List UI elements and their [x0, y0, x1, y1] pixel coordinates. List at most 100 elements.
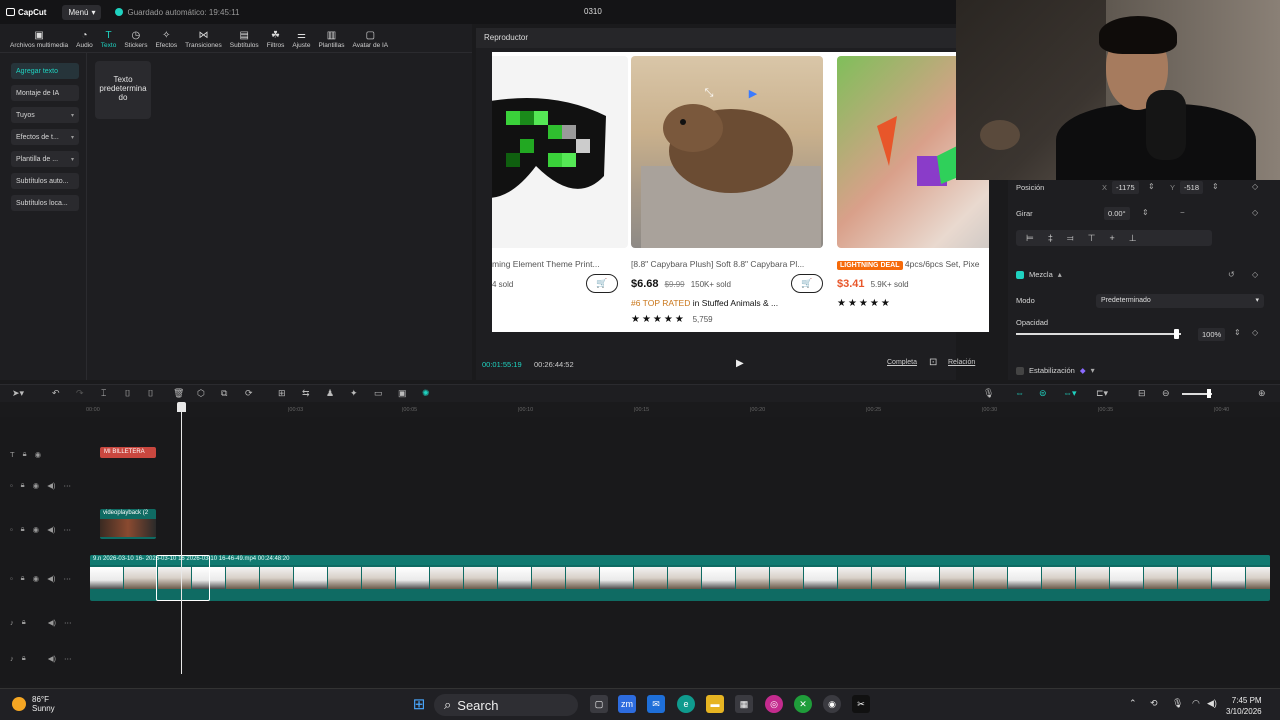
tab-media[interactable]: ▣ Archivos multimedia	[6, 30, 72, 52]
freeze-icon[interactable]: ⊞	[278, 388, 286, 399]
menu-button[interactable]: Menú ▾	[62, 4, 102, 20]
caption-icon[interactable]: ▭	[374, 388, 383, 399]
tab-filters[interactable]: ☘ Filtros	[263, 30, 289, 52]
aspect-ratio-button[interactable]: Relación	[948, 359, 975, 366]
sidebar-item-yours[interactable]: Tuyos ▾	[11, 107, 79, 123]
select-tool-icon[interactable]: ➤▾	[12, 388, 24, 399]
add-to-cart-icon[interactable]: 🛒	[791, 274, 823, 293]
flip-icon[interactable]: −	[1180, 208, 1185, 217]
keyframe-icon[interactable]: ◇	[1252, 182, 1258, 191]
tab-transitions[interactable]: ⋈ Transiciones	[181, 30, 226, 52]
position-x-input[interactable]: -1175	[1112, 181, 1139, 194]
preview-axis-icon[interactable]: ⊏▾	[1096, 388, 1108, 399]
undo-icon[interactable]: ↶	[52, 388, 60, 399]
play-icon[interactable]: ▶	[736, 358, 744, 369]
opacity-slider[interactable]	[1016, 333, 1181, 335]
stabilize-section[interactable]: Estabilización ◆ ▾	[1016, 366, 1095, 375]
playhead[interactable]	[181, 402, 182, 674]
exit-fullscreen-icon[interactable]: ⤡	[698, 84, 720, 102]
stepper-icon[interactable]: ⇕	[1234, 328, 1241, 337]
cutout-icon[interactable]: ♟	[326, 388, 334, 399]
xbox-icon[interactable]: ✕	[794, 695, 812, 713]
stepper-icon[interactable]: ⇕	[1142, 208, 1149, 217]
redo-icon[interactable]: ↷	[76, 388, 84, 399]
lock-icon[interactable]: 🔒︎	[21, 524, 25, 534]
align-top-icon[interactable]: ⊤	[1088, 233, 1096, 244]
link-icon[interactable]: ⇔	[1015, 388, 1024, 398]
tab-templates[interactable]: ▥ Plantillas	[314, 30, 348, 52]
volume-icon[interactable]: ◀)	[1207, 698, 1217, 709]
reverse-icon[interactable]: ⇆	[302, 388, 310, 399]
lock-icon[interactable]: 🔒︎	[22, 653, 26, 663]
image-icon[interactable]: ▣	[398, 388, 407, 399]
align-right-icon[interactable]: ⫤	[1067, 233, 1074, 244]
lock-icon[interactable]: 🔒︎	[21, 573, 25, 583]
audio-icon[interactable]: ◀)	[47, 481, 55, 490]
lock-icon[interactable]: 🔒︎	[21, 480, 25, 490]
opacity-slider-handle[interactable]	[1174, 329, 1179, 339]
capcut-taskbar-icon[interactable]: ✂	[852, 695, 870, 713]
audio-icon[interactable]: ◀)	[47, 525, 55, 534]
zoom-in-icon[interactable]: ⊕	[1258, 388, 1266, 399]
taskbar-search[interactable]: ⌕ Search	[434, 694, 578, 716]
main-video-clip[interactable]: 9.n 2026-03-10 16- 2026-03-10 16 2026-03…	[90, 555, 1270, 601]
tab-adjust[interactable]: ⚌ Ajuste	[288, 30, 314, 52]
stepper-icon[interactable]: ⇕	[1212, 182, 1219, 191]
sidebar-item-add-text[interactable]: Agregar texto	[11, 63, 79, 79]
sidebar-item-ai-montage[interactable]: Montaje de IA	[11, 85, 79, 101]
zoom-app-icon[interactable]: zm	[618, 695, 636, 713]
sidebar-item-auto-subtitles[interactable]: Subtítulos auto...	[11, 173, 79, 189]
wifi-icon[interactable]: ◠	[1192, 698, 1200, 709]
keyframe-icon[interactable]: ◇	[1252, 328, 1258, 337]
add-to-cart-icon[interactable]: 🛒	[586, 274, 618, 293]
more-icon[interactable]: ⋯	[63, 574, 71, 583]
reset-icon[interactable]: ↺	[1228, 270, 1235, 279]
edge-icon[interactable]: e	[677, 695, 695, 713]
outlook-icon[interactable]: ✉	[647, 695, 665, 713]
instagram-icon[interactable]: ◎	[765, 695, 783, 713]
record-audio-icon[interactable]: 🎙	[983, 388, 994, 399]
fit-timeline-icon[interactable]: ⊟	[1138, 388, 1146, 399]
crop-icon[interactable]: ⧉	[221, 388, 227, 399]
store-icon[interactable]: ▦	[735, 695, 753, 713]
default-text-card[interactable]: Texto predetermina do	[95, 61, 151, 119]
overlay-video-clip[interactable]: videoplayback (2	[100, 509, 156, 539]
speed-icon[interactable]: ⟳	[245, 388, 253, 399]
delete-icon[interactable]: 🗑	[173, 388, 184, 399]
eye-icon[interactable]: ◉	[33, 574, 40, 583]
tab-ai-avatar[interactable]: ▢ Avatar de IA	[348, 30, 392, 52]
zoom-slider-handle[interactable]	[1207, 389, 1211, 398]
blend-toggle[interactable]	[1016, 270, 1024, 279]
more-icon[interactable]: ⋯	[64, 654, 72, 663]
align-center-v-icon[interactable]: +	[1110, 233, 1115, 243]
fullscreen-quality-button[interactable]: Completa	[887, 359, 917, 366]
eye-icon[interactable]: ◉	[33, 525, 40, 534]
eye-icon[interactable]: ◉	[33, 481, 40, 490]
tab-audio[interactable]: ◔ Audio	[72, 30, 97, 52]
align-bottom-icon[interactable]: ⊥	[1129, 233, 1137, 244]
stepper-icon[interactable]: ⇕	[1148, 182, 1155, 191]
stabilize-toggle[interactable]	[1016, 366, 1024, 375]
keyframe-icon[interactable]: ◇	[1252, 270, 1258, 279]
keyframe-icon[interactable]: ◇	[1252, 208, 1258, 217]
mask-icon[interactable]: ⬡	[197, 388, 205, 399]
sidebar-item-text-template[interactable]: Plantilla de ... ▾	[11, 151, 79, 167]
timeline-ruler[interactable]: 00:00 |00:03 |00:05 |00:10 |00:15 |00:20…	[86, 403, 1280, 417]
trim-left-icon[interactable]: ⌷	[125, 388, 130, 399]
lock-icon[interactable]: 🔒︎	[22, 617, 26, 627]
weather-widget[interactable]: 86°F Sunny	[12, 695, 55, 713]
video-preview[interactable]: ming Element Theme Print... 4 sold 🛒 [8.…	[492, 52, 989, 332]
more-icon[interactable]: ⋯	[63, 481, 71, 490]
chrome-icon[interactable]: ◉	[823, 695, 841, 713]
tab-stickers[interactable]: ◷ Stickers	[120, 30, 151, 52]
opacity-input[interactable]: 100%	[1198, 328, 1226, 341]
align-left-icon[interactable]: ⊨	[1026, 233, 1034, 244]
lock-icon[interactable]: 🔒︎	[23, 449, 27, 459]
magnet-icon[interactable]: ⊜	[1039, 388, 1047, 399]
task-view-icon[interactable]: ▢	[590, 695, 608, 713]
blend-mode-select[interactable]: Predeterminado ▾	[1096, 294, 1264, 308]
blend-section[interactable]: Mezcla ▴	[1016, 270, 1062, 279]
text-clip[interactable]: MI BILLETERA	[100, 447, 156, 458]
tab-text[interactable]: T Texto	[97, 30, 121, 52]
more-icon[interactable]: ⋯	[64, 618, 72, 627]
